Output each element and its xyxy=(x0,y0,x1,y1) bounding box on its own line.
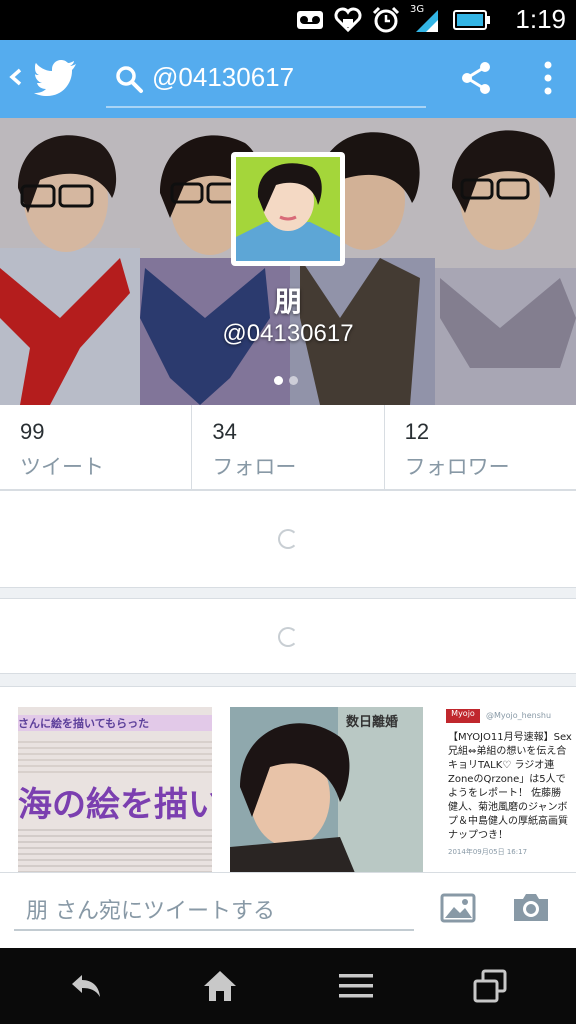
thumb-line: キョリTALK♡ ラジオ連 xyxy=(448,760,555,771)
profile-stats: 99 ツイート 34 フォロー 12 フォロワー xyxy=(0,405,576,490)
stat-following[interactable]: 34 フォロー xyxy=(192,405,385,489)
share-icon[interactable] xyxy=(458,60,494,96)
thumb-line: ようをレポート！ 佐藤勝 xyxy=(448,788,562,799)
compose-placeholder: 朋 さん宛にツイートする xyxy=(26,899,275,924)
search-query: @04130617 xyxy=(152,62,295,92)
clock: 1:19 xyxy=(515,4,566,34)
thumb-title: 数日離婚 xyxy=(346,715,399,730)
thumb-line: ZoneのQrzone」は5人で xyxy=(448,774,566,785)
page-dot[interactable] xyxy=(289,376,298,385)
voicemail-icon xyxy=(296,6,324,34)
thumb-banner-text: さんに絵を描いてもらった xyxy=(18,715,212,731)
image-icon[interactable] xyxy=(440,893,476,923)
media-thumbnail[interactable]: Myojo @Myojo_henshu 【MYOJO11月号速報】Sex 兄組⇔… xyxy=(442,707,576,872)
tweets-label: ツイート xyxy=(20,455,104,479)
thumb-date: 2014年09月05日 16:17 xyxy=(448,848,528,856)
followers-count: 12 xyxy=(404,419,430,444)
thumb-line: ナップつき！ xyxy=(448,830,508,841)
overflow-menu-icon[interactable] xyxy=(538,58,558,98)
signal-3g-icon: 3G xyxy=(410,4,442,34)
thumb-line: 兄組⇔弟組の想いを伝え合 xyxy=(448,746,567,757)
loading-spinner xyxy=(278,529,298,549)
stat-tweets[interactable]: 99 ツイート xyxy=(0,405,193,489)
status-bar: 3G 1:19 xyxy=(0,0,576,40)
menu-icon[interactable] xyxy=(336,966,376,1006)
thumb-brand: Myojo xyxy=(446,709,480,723)
profile-name: 朋 xyxy=(273,285,302,318)
tweet-compose-input[interactable]: 朋 さん宛にツイートする xyxy=(14,887,414,931)
thumb-headline: 海の絵を描い xyxy=(18,785,212,825)
home-icon[interactable] xyxy=(200,966,240,1006)
back-icon[interactable] xyxy=(66,966,106,1006)
tweets-count: 99 xyxy=(20,419,45,444)
thumb-line: 健人、菊池風磨のジャンボ xyxy=(448,802,568,813)
loading-panel xyxy=(0,490,576,588)
followers-label: フォロワー xyxy=(404,455,510,479)
camera-icon[interactable] xyxy=(512,891,550,923)
thumb-body-lines xyxy=(18,825,212,872)
thumb-tweet-text: 【MYOJO11月号速報】Sex 兄組⇔弟組の想いを伝え合 キョリTALK♡ ラ… xyxy=(448,731,576,843)
media-thumbnail[interactable]: さんに絵を描いてもらった 海の絵を描い xyxy=(18,707,212,872)
status-icons: 3G xyxy=(296,4,492,34)
avatar-image xyxy=(236,157,340,261)
battery-icon xyxy=(452,6,492,34)
back-chevron-icon[interactable] xyxy=(6,62,26,92)
thumb-photo xyxy=(230,707,423,872)
loading-spinner xyxy=(278,627,298,647)
search-icon xyxy=(114,64,144,94)
network-label: 3G xyxy=(410,4,425,15)
alarm-icon xyxy=(372,6,400,34)
system-nav-bar xyxy=(0,948,576,1024)
recent-apps-icon[interactable] xyxy=(470,966,510,1006)
following-label: フォロー xyxy=(212,455,297,479)
profile-avatar[interactable] xyxy=(231,152,345,266)
thumb-line: 【MYOJO11月号速報】Sex xyxy=(448,732,572,743)
thumb-account: @Myojo_henshu xyxy=(486,711,552,720)
thumb-body-lines xyxy=(18,737,212,773)
loading-panel xyxy=(0,598,576,674)
stat-followers[interactable]: 12 フォロワー xyxy=(385,405,576,489)
twitter-bird-icon[interactable] xyxy=(34,58,78,98)
page-indicator xyxy=(274,376,298,385)
media-gallery: さんに絵を描いてもらった 海の絵を描い 数日離婚 Myojo @Myojo_he… xyxy=(0,686,576,872)
heart-mail-icon xyxy=(334,6,362,34)
app-bar: @04130617 xyxy=(0,40,576,118)
media-thumbnail[interactable]: 数日離婚 xyxy=(230,707,423,872)
following-count: 34 xyxy=(212,419,237,444)
profile-handle: @04130617 xyxy=(222,320,354,347)
compose-bar: 朋 さん宛にツイートする xyxy=(0,872,576,948)
thumb-line: プ＆中島健人の厚紙高画質 xyxy=(448,816,568,827)
search-input[interactable]: @04130617 xyxy=(106,52,426,108)
page-dot-active[interactable] xyxy=(274,376,283,385)
